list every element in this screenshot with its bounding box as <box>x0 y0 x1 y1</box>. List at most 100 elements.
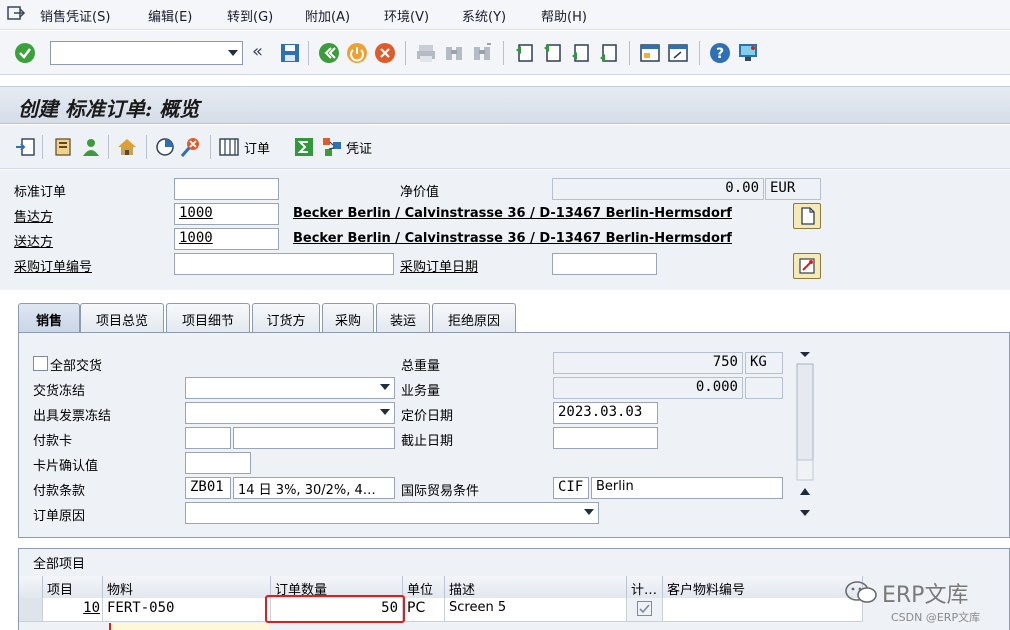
print-icon[interactable] <box>415 42 437 64</box>
enter-check-icon[interactable] <box>14 42 36 64</box>
display-document-header-icon[interactable] <box>52 136 74 158</box>
document-button[interactable]: 凭证 <box>346 138 372 157</box>
next-page-icon[interactable] <box>569 42 591 64</box>
sold-to-field[interactable]: 1000 <box>174 203 279 225</box>
tab-item-overview[interactable]: 项目总览 <box>80 303 164 333</box>
find-next-icon[interactable] <box>471 42 493 64</box>
watermark: ERP文库 CSDN @ERP文库 <box>835 573 1010 630</box>
title-bar: 创建 标准订单: 概览 <box>0 86 1010 124</box>
po-number-label[interactable]: 采购订单编号 <box>14 256 92 275</box>
tab-item-detail-label: 项目细节 <box>181 314 234 329</box>
previous-page-icon[interactable] <box>541 42 563 64</box>
card-verification-label: 卡片确认值 <box>33 459 99 474</box>
tab-shipping[interactable]: 装运 <box>376 303 430 333</box>
menu-sales-document[interactable]: 销售凭证(S) <box>40 6 110 25</box>
analysis-icon[interactable] <box>154 136 176 158</box>
complete-delivery-checkbox[interactable] <box>33 356 48 371</box>
column-calc[interactable]: 计… <box>627 576 663 598</box>
volume-field: 0.000 <box>553 377 743 399</box>
payment-terms-code-field[interactable]: ZB01 <box>185 477 231 499</box>
calc-checkbox <box>637 601 652 616</box>
ship-to-address-link[interactable]: Becker Berlin / Calvinstrasse 36 / D-134… <box>293 231 732 246</box>
chevron-down-icon[interactable] <box>584 509 594 515</box>
item-number-cell[interactable]: 10 <box>43 598 103 622</box>
command-field[interactable] <box>50 41 243 65</box>
document-flow-icon[interactable] <box>321 136 343 158</box>
po-number-field[interactable] <box>174 253 394 275</box>
business-partner-icon[interactable] <box>80 136 102 158</box>
tab-rejection-reason[interactable]: 拒绝原因 <box>432 303 516 333</box>
cutoff-date-field[interactable] <box>553 427 658 449</box>
delivery-block-select[interactable] <box>185 377 395 399</box>
unit-cell[interactable]: PC <box>403 598 445 622</box>
cancel-icon[interactable] <box>374 42 396 64</box>
payment-card-type-field[interactable] <box>185 427 231 449</box>
order-reason-select[interactable] <box>185 502 599 524</box>
exit-icon[interactable] <box>346 42 368 64</box>
tab-shipping-label: 装运 <box>389 314 416 329</box>
document-edit-icon[interactable] <box>793 253 821 279</box>
menu-system[interactable]: 系统(Y) <box>462 6 506 25</box>
menu-environment[interactable]: 环境(V) <box>384 6 429 25</box>
menu-extras[interactable]: 附加(A) <box>305 6 350 25</box>
ship-to-field[interactable]: 1000 <box>174 228 279 250</box>
material-cell[interactable]: FERT-050 <box>103 598 271 622</box>
column-description[interactable]: 描述 <box>445 576 627 598</box>
sum-icon[interactable] <box>293 136 315 158</box>
po-date-label[interactable]: 采购订单日期 <box>400 256 478 275</box>
help-icon[interactable]: ? <box>709 42 731 64</box>
incoterms-code-field[interactable]: CIF <box>553 477 589 499</box>
menu-goto[interactable]: 转到(G) <box>227 6 273 25</box>
column-material[interactable]: 物料 <box>103 576 271 598</box>
row-selector[interactable] <box>19 598 43 622</box>
document-icon[interactable] <box>793 203 821 229</box>
create-with-reference-icon[interactable] <box>14 136 36 158</box>
tab-ordering-party[interactable]: 订货方 <box>252 303 320 333</box>
chevron-down-icon[interactable] <box>380 409 390 415</box>
last-page-icon[interactable] <box>597 42 619 64</box>
tab-item-detail[interactable]: 项目细节 <box>166 303 250 333</box>
first-page-icon[interactable] <box>513 42 535 64</box>
new-session-icon[interactable] <box>639 42 661 64</box>
customer-material-cell[interactable] <box>663 598 863 622</box>
billing-block-select[interactable] <box>185 402 395 424</box>
sold-to-address-link[interactable]: Becker Berlin / Calvinstrasse 36 / D-134… <box>293 206 732 221</box>
shortcut-icon[interactable] <box>667 42 689 64</box>
material-input-row[interactable] <box>109 623 269 630</box>
payment-card-number-field[interactable] <box>233 427 395 449</box>
orders-icon[interactable] <box>218 136 240 158</box>
reject-icon[interactable] <box>180 136 202 158</box>
chevron-down-icon[interactable] <box>228 50 238 56</box>
standard-order-field[interactable] <box>174 178 279 200</box>
menu-exit-icon[interactable] <box>6 4 26 24</box>
sold-to-label[interactable]: 售达方 <box>14 206 53 225</box>
tab-strip: 销售 项目总览 项目细节 订货方 采购 装运 拒绝原因 <box>18 303 1010 333</box>
menu-help[interactable]: 帮助(H) <box>541 6 587 25</box>
tab-procurement-label: 采购 <box>334 314 361 329</box>
card-verification-field[interactable] <box>185 452 251 474</box>
find-icon[interactable] <box>443 42 465 64</box>
column-customer-material[interactable]: 客户物料编号 <box>663 576 863 598</box>
svg-text:?: ? <box>716 46 724 62</box>
orders-button[interactable]: 订单 <box>244 138 270 157</box>
customize-layout-icon[interactable] <box>737 42 759 64</box>
double-chevron-left-icon[interactable]: « <box>252 41 263 62</box>
tab-sales[interactable]: 销售 <box>18 303 80 333</box>
chevron-down-icon[interactable] <box>380 384 390 390</box>
menu-edit[interactable]: 编辑(E) <box>148 6 192 25</box>
column-item[interactable]: 项目 <box>43 576 103 598</box>
pricing-date-field[interactable]: 2023.03.03 <box>553 402 658 424</box>
vertical-scrollbar[interactable] <box>795 348 815 524</box>
save-icon[interactable] <box>279 42 301 64</box>
tab-procurement[interactable]: 采购 <box>322 303 374 333</box>
page-title: 创建 标准订单: 概览 <box>18 97 200 121</box>
description-cell[interactable]: Screen 5 <box>445 598 627 622</box>
payment-terms-label: 付款条款 <box>33 484 86 499</box>
back-icon[interactable] <box>318 42 340 64</box>
po-date-field[interactable] <box>552 253 657 275</box>
home-icon[interactable] <box>116 136 138 158</box>
ship-to-label[interactable]: 送达方 <box>14 231 53 250</box>
incoterms-place-field[interactable]: Berlin <box>591 477 783 499</box>
row-selector-header[interactable] <box>19 576 43 598</box>
column-unit[interactable]: 单位 <box>403 576 445 598</box>
